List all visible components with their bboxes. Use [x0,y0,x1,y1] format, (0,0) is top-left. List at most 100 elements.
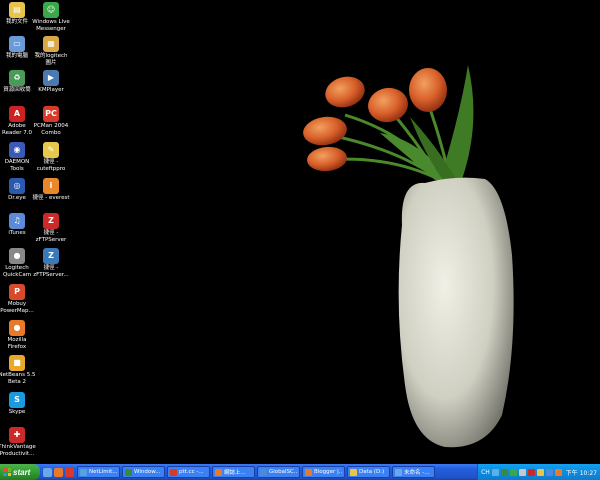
tray-icons [491,468,562,476]
start-button[interactable]: start [0,464,40,480]
netlimit-icon [80,468,87,476]
desktop-icon[interactable]: i 捷徑 - everest [32,178,70,202]
volume-tray-icon[interactable] [518,468,526,476]
taskbar-button-label: Blogger |... [314,469,342,475]
daemon-tools-icon: ◉ [9,142,25,158]
folder-icon [350,468,357,476]
desktop[interactable]: ▤ 我的文件 ☺ Windows Live Messenger ▭ 我的電腦 ▦ 我的logi… [0,0,600,464]
desktop-icon[interactable]: ✎ 捷徑 - cuteftppro [32,142,70,172]
my-documents-icon: ▤ [9,2,25,18]
desktop-icon-label: 資源回收筒 [3,87,31,93]
messenger-tray-icon[interactable] [509,468,517,476]
desktop-icon-label: Adobe Reader 7.0 [2,123,32,136]
desktop-icon[interactable]: Z 捷徑 - zFTPServer [32,213,70,243]
desktop-icon-label: iTunes [8,230,26,236]
desktop-icon-label: 捷徑 - everest [32,195,70,201]
desktop-icon[interactable]: ◎ Dr.eye [0,178,36,202]
thinkvantage-icon: ✚ [9,427,25,443]
taskbar: start NetLimit... Window... ptt.cc -... 網誌上… [0,464,600,480]
taskbar-button[interactable]: 未命名 -... [392,466,435,478]
desktop-icon[interactable]: Z 捷徑 - zFTPServer... [32,248,70,278]
desktop-icon-label: DAEMON Tools [4,159,30,172]
pcman-quicklaunch-icon[interactable] [65,467,74,477]
messenger-icon: ☺ [43,2,59,18]
desktop-icon-label: PCMan 2004 Combo [33,123,69,136]
vase [398,177,514,448]
show-desktop-icon[interactable] [43,467,52,477]
monitor-tray-icon[interactable] [536,468,544,476]
desktop-icon[interactable]: ♻ 資源回收筒 [0,70,36,94]
language-indicator[interactable]: CH [481,469,490,476]
desktop-icon[interactable]: ▶ KMPlayer [32,70,70,94]
desktop-icon[interactable]: P Mobuy PowerMap... [0,284,36,314]
taskbar-button-label: ptt.cc -... [179,469,204,475]
desktop-icon-label: Logitech QuickCam [2,265,32,278]
ptt-icon [170,468,177,476]
update-tray-icon[interactable] [545,468,553,476]
desktop-icon[interactable]: ♫ iTunes [0,213,36,237]
desktop-icon[interactable]: A Adobe Reader 7.0 [0,106,36,136]
adobe-reader-icon: A [9,106,25,122]
powermap-icon: P [9,284,25,300]
globalsc-icon [260,468,267,476]
blogger-icon [305,468,312,476]
desktop-icon[interactable]: ✚ ThinkVantage Productivit... [0,427,36,457]
taskbar-button[interactable]: ptt.cc -... [167,466,210,478]
start-label: start [13,467,31,477]
desktop-icon-label: 我的電腦 [5,53,28,59]
taskbar-button[interactable]: 網誌上... [212,466,255,478]
quick-launch [40,464,77,480]
firefox-quicklaunch-icon[interactable] [54,467,63,477]
desktop-icon[interactable]: ● Logitech QuickCam [0,248,36,278]
taskbar-tasks: NetLimit... Window... ptt.cc -... 網誌上... Glo… [77,464,477,480]
dreye-icon: ◎ [9,178,25,194]
network-tray-icon[interactable] [500,468,508,476]
windows-flag-icon [3,468,11,476]
desktop-icon[interactable]: ▭ 我的電腦 [0,36,36,60]
desktop-icon-label: 捷徑 - zFTPServer [35,230,67,243]
zftpserver-icon: Z [43,213,59,229]
taskbar-button-label: 網誌上... [224,470,246,476]
cuteftp-icon: ✎ [43,142,59,158]
clock[interactable]: 下午 10:27 [566,468,597,477]
taskbar-button-label: Window... [134,469,161,475]
taskbar-button[interactable]: Window... [122,466,165,478]
window-icon [125,468,132,476]
help-tray-icon[interactable] [491,468,499,476]
paint-icon [395,468,402,476]
taskbar-button[interactable]: Data (D:) [347,466,390,478]
taskbar-button[interactable]: GlobalSC... [257,466,300,478]
antivirus-tray-icon[interactable] [527,468,535,476]
desktop-icon[interactable]: ▦ 我的logitech 圖片 [32,36,70,66]
desktop-icon-label: KMPlayer [38,87,64,93]
desktop-icon[interactable]: S Skype [0,392,36,416]
desktop-icon-label: Windows Live Messenger [32,19,70,32]
desktop-icon[interactable]: ▤ 我的文件 [0,2,36,26]
zftpserver-2-icon: Z [43,248,59,264]
taskbar-button-label: Data (D:) [359,469,385,475]
desktop-icon[interactable]: PC PCMan 2004 Combo [32,106,70,136]
desktop-icon-label: ThinkVantage Productivit... [0,444,36,457]
desktop-icon[interactable]: ■ NetBeans 5.5 Beta 2 [0,355,36,385]
desktop-icon-label: Skype [8,409,26,415]
skype-icon: S [9,392,25,408]
kmplayer-icon: ▶ [43,70,59,86]
desktop-icon[interactable]: ☺ Windows Live Messenger [32,2,70,32]
desktop-icon-label: Mozilla Firefox [7,337,27,350]
desktop-icon[interactable]: ◉ DAEMON Tools [0,142,36,172]
taskbar-button-label: NetLimit... [89,469,117,475]
taskbar-button[interactable]: Blogger |... [302,466,345,478]
taskbar-button-label: GlobalSC... [269,469,297,475]
desktop-icon-label: 捷徑 - cuteftppro [36,159,66,172]
firefox-icon: ● [9,320,25,336]
desktop-icon-label: 我的文件 [5,19,28,25]
security-tray-icon[interactable] [554,468,562,476]
system-tray: CH 下午 10:27 [477,464,600,480]
quickcam-icon: ● [9,248,25,264]
everest-icon: i [43,178,59,194]
recycle-bin-icon: ♻ [9,70,25,86]
logitech-pictures-icon: ▦ [43,36,59,52]
taskbar-button[interactable]: NetLimit... [77,466,120,478]
desktop-icon[interactable]: ● Mozilla Firefox [0,320,36,350]
desktop-icon-label: 我的logitech 圖片 [34,53,68,66]
